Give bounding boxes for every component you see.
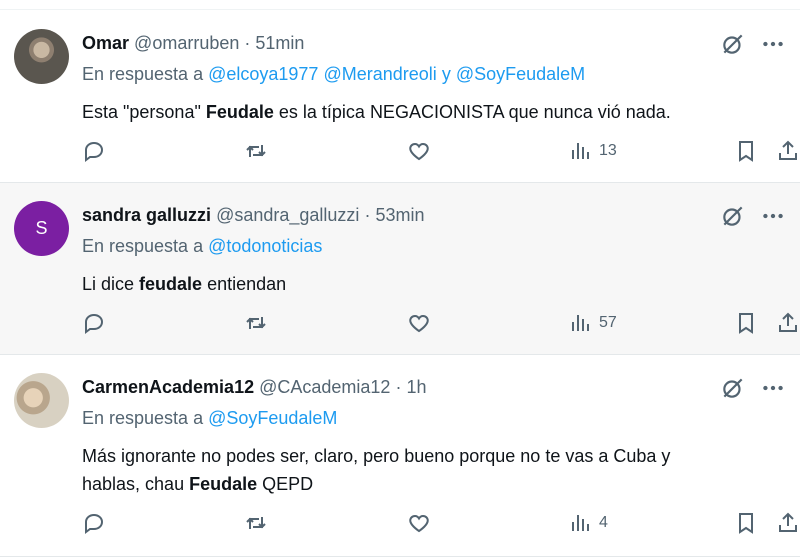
- post-carmen[interactable]: CarmenAcademia12 @CAcademia12 · 1h En re…: [0, 355, 800, 557]
- share-icon: [779, 312, 797, 332]
- views-count: 13: [599, 142, 617, 159]
- post-text-part: QEPD: [257, 474, 314, 494]
- views-count: 4: [599, 514, 608, 531]
- views-button[interactable]: 13: [569, 137, 617, 165]
- retweet-button[interactable]: [244, 309, 268, 337]
- post-omar[interactable]: Omar @omarruben · 51min En respuesta a @…: [0, 11, 800, 183]
- post-text: Esta "persona" Feudale es la típica NEGA…: [82, 98, 772, 126]
- post-header: CarmenAcademia12 @CAcademia12 · 1h: [82, 375, 427, 399]
- reply-context: En respuesta a @todonoticias: [82, 234, 322, 258]
- reply-icon: [85, 141, 104, 162]
- more-icon[interactable]: [760, 31, 786, 57]
- like-button[interactable]: [407, 137, 431, 165]
- retweet-icon: [246, 517, 266, 529]
- bookmark-button[interactable]: [734, 309, 758, 337]
- post-text-part: hablas, chau: [82, 474, 190, 494]
- avatar[interactable]: [14, 29, 69, 84]
- post-time[interactable]: 51min: [255, 33, 304, 53]
- post-header: Omar @omarruben · 51min: [82, 31, 304, 55]
- reply-button[interactable]: [82, 509, 106, 537]
- bookmark-button[interactable]: [734, 509, 758, 537]
- views-count: 57: [599, 314, 617, 331]
- mention-link[interactable]: @todonoticias: [208, 236, 322, 256]
- views-button[interactable]: 4: [569, 509, 608, 537]
- bookmark-button[interactable]: [734, 137, 758, 165]
- post-text-highlight: Feudale: [205, 102, 274, 122]
- retweet-button[interactable]: [244, 137, 268, 165]
- bookmark-icon: [739, 313, 753, 334]
- share-button[interactable]: [776, 137, 800, 165]
- user-handle[interactable]: @sandra_galluzzi: [216, 205, 359, 225]
- more-icon[interactable]: [760, 375, 786, 401]
- mention-link[interactable]: @Merandreoli: [323, 64, 436, 84]
- post-actions: 13: [80, 137, 800, 165]
- share-icon: [779, 512, 797, 532]
- post-text-highlight: feudale: [139, 274, 203, 294]
- separator-dot: ·: [395, 377, 402, 397]
- share-button[interactable]: [776, 509, 800, 537]
- user-name[interactable]: Omar: [82, 33, 129, 53]
- post-top-icons: [720, 203, 792, 229]
- post-time[interactable]: 1h: [406, 377, 426, 397]
- post-text-part: Li dice: [82, 274, 140, 294]
- post-header: sandra galluzzi @sandra_galluzzi · 53min: [82, 203, 424, 227]
- views-button[interactable]: 57: [569, 309, 617, 337]
- retweet-icon: [246, 145, 266, 157]
- post-top-icons: [720, 31, 792, 57]
- views-icon: [572, 143, 589, 159]
- post-actions: 57: [80, 309, 800, 337]
- post-top-icons: [720, 375, 792, 401]
- post-text-part: es la típica NEGACIONISTA que nunca vió …: [273, 102, 671, 122]
- heart-icon: [409, 142, 429, 161]
- post-time[interactable]: 53min: [375, 205, 424, 225]
- user-name[interactable]: CarmenAcademia12: [82, 377, 254, 397]
- mention-link[interactable]: @SoyFeudaleM: [456, 64, 585, 84]
- user-name[interactable]: sandra galluzzi: [82, 205, 211, 225]
- grok-icon[interactable]: [720, 375, 746, 401]
- views-icon: [572, 515, 589, 531]
- post-text-part: entiendan: [202, 274, 287, 294]
- post-text: Más ignorante no podes ser, claro, pero …: [82, 442, 772, 498]
- like-button[interactable]: [407, 509, 431, 537]
- reply-prefix: En respuesta a: [82, 236, 204, 256]
- separator-dot: ·: [244, 33, 251, 53]
- grok-icon[interactable]: [720, 31, 746, 57]
- avatar[interactable]: [14, 373, 69, 428]
- avatar[interactable]: S: [14, 201, 69, 256]
- heart-icon: [409, 514, 429, 533]
- mention-conjunction: y: [441, 64, 451, 84]
- post-text: Li dice feudale entiendan: [82, 270, 772, 298]
- reply-context: En respuesta a @elcoya1977 @Merandreoli …: [82, 62, 585, 86]
- reply-icon: [85, 313, 104, 334]
- post-actions: 4: [80, 509, 800, 537]
- more-icon[interactable]: [760, 203, 786, 229]
- reply-icon: [85, 513, 104, 534]
- reply-prefix: En respuesta a: [82, 64, 204, 84]
- grok-icon[interactable]: [720, 203, 746, 229]
- separator-dot: ·: [364, 205, 371, 225]
- user-handle[interactable]: @omarruben: [134, 33, 239, 53]
- post-text-line: Más ignorante no podes ser, claro, pero …: [82, 446, 671, 466]
- bookmark-icon: [739, 141, 753, 162]
- post-text-line: hablas, chau Feudale QEPD: [82, 470, 772, 498]
- reply-button[interactable]: [82, 309, 106, 337]
- reply-button[interactable]: [82, 137, 106, 165]
- bookmark-icon: [739, 513, 753, 534]
- retweet-icon: [246, 317, 266, 329]
- user-handle[interactable]: @CAcademia12: [259, 377, 390, 397]
- mention-link[interactable]: @elcoya1977: [208, 64, 318, 84]
- share-icon: [779, 140, 797, 160]
- like-button[interactable]: [407, 309, 431, 337]
- reply-prefix: En respuesta a: [82, 408, 204, 428]
- post-text-highlight: Feudale: [189, 474, 258, 494]
- reply-context: En respuesta a @SoyFeudaleM: [82, 406, 337, 430]
- views-icon: [572, 315, 589, 331]
- mention-link[interactable]: @SoyFeudaleM: [208, 408, 337, 428]
- share-button[interactable]: [776, 309, 800, 337]
- post-text-part: Esta "persona": [82, 102, 206, 122]
- heart-icon: [409, 314, 429, 333]
- post-sandra[interactable]: S sandra galluzzi @sandra_galluzzi · 53m…: [0, 183, 800, 355]
- top-divider: [0, 0, 800, 10]
- retweet-button[interactable]: [244, 509, 268, 537]
